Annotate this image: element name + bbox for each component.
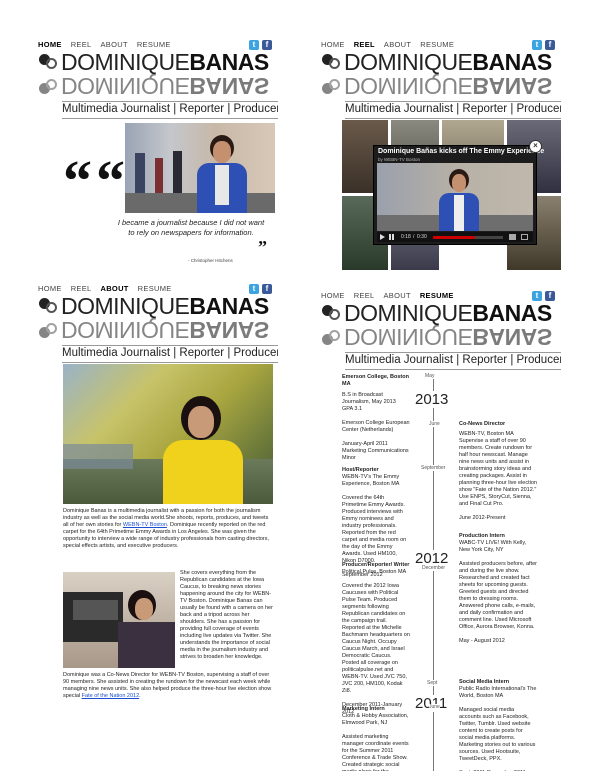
site-tagline: Multimedia Journalist | Reporter | Produ… — [345, 354, 561, 366]
logo-last-name: BANAS — [189, 48, 269, 75]
timeline-month: May — [425, 373, 435, 379]
logo-divider — [62, 101, 278, 102]
resume-entry-body: Public Radio International's The World, … — [459, 686, 537, 771]
resume-panel: HOME REEL ABOUT RESUME t f DOMINIQUE BANAS D… — [321, 291, 561, 771]
resume-entry: Marketing Intern Cloth & Hobby Associati… — [342, 706, 410, 771]
resume-entry-title: Emerson College, Boston MA — [342, 374, 409, 387]
about-paragraph-2: She covers everything from the Republica… — [180, 570, 273, 660]
video-frame — [377, 163, 533, 231]
about-panel: HOME REEL ABOUT RESUME t f DOMINIQUE BANAS D… — [38, 284, 278, 764]
nav-home[interactable]: HOME — [38, 284, 62, 293]
about-paragraph-3: Dominique was a Co-News Director for WEB… — [63, 672, 272, 699]
resume-entry-title: Host/Reporter — [342, 467, 379, 473]
play-icon[interactable] — [380, 234, 385, 240]
logo-first-name: DOMINIQUE — [61, 292, 190, 319]
resume-entry: Production Intern WABC-TV LIVE! With Kel… — [459, 533, 537, 645]
nav-home[interactable]: HOME — [321, 40, 345, 49]
webn-tv-link[interactable]: WEBN-TV Boston — [123, 522, 167, 528]
logo-mark-icon — [38, 296, 58, 316]
home-panel: HOME REEL ABOUT RESUME t f DOMINIQUE BANAS D… — [38, 40, 278, 270]
logo-first-name: DOMINIQUE — [344, 48, 473, 75]
logo-mark-icon — [321, 303, 341, 323]
resume-entry: Producer/Reporter/ Writer Political Puls… — [342, 562, 410, 716]
about-paragraph-1: Dominique Banas is a multimedia journali… — [63, 508, 273, 550]
timeline-month: September — [421, 465, 446, 471]
site-logo[interactable]: DOMINIQUE BANAS DOMINIQUE BANAS — [38, 48, 278, 102]
logo-reflection: DOMINIQUE BANAS — [321, 74, 561, 100]
logo-first-name: DOMINIQUE — [61, 48, 190, 75]
timeline-month: December — [422, 565, 446, 571]
resume-entry: Co-News Director WEBN-TV, Boston MA Supe… — [459, 421, 537, 522]
portrait-photo — [63, 364, 273, 504]
site-logo[interactable]: DOMINIQUE BANAS DOMINIQUE BANAS — [321, 48, 561, 102]
video-time-total: 0:30 — [417, 234, 427, 240]
tagline-divider — [62, 118, 278, 119]
site-logo[interactable]: DOMINIQUE BANAS DOMINIQUE BANAS — [38, 292, 278, 346]
site-tagline: Multimedia Journalist | Reporter | Produ… — [62, 347, 278, 359]
resume-entry-body: B.S in Broadcast Journalism, May 2013 GP… — [342, 392, 410, 461]
resume-entry-body: Political Pulse, Boston MA Covered the 2… — [342, 569, 410, 715]
timeline-year: 2013 — [413, 391, 451, 408]
close-icon[interactable]: × — [529, 140, 542, 153]
site-tagline: Multimedia Journalist | Reporter | Produ… — [62, 103, 278, 115]
timeline-month: June — [429, 704, 440, 710]
resume-entry-title: Producer/Reporter/ Writer — [342, 562, 410, 568]
resume-entry: Emerson College, Boston MA B.S in Broadc… — [342, 374, 410, 462]
resume-entry-body: Cloth & Hobby Association, Elmwood Park,… — [342, 713, 409, 771]
logo-mark-icon — [38, 52, 58, 72]
video-title: Dominique Bañas kicks off The Emmy Exper… — [378, 148, 545, 155]
timeline-month: June — [429, 421, 440, 427]
home-quote: I became a journalist because I did not … — [117, 218, 265, 237]
field-reporting-photo — [63, 572, 175, 668]
logo-mark-icon — [321, 52, 341, 72]
nav-home[interactable]: HOME — [321, 291, 345, 300]
logo-last-name: BANAS — [189, 292, 269, 319]
logo-first-name: DOMINIQUE — [344, 299, 473, 326]
video-subtitle: by WEBN-TV Boston — [378, 157, 421, 162]
logo-last-name: BANAS — [472, 48, 552, 75]
logo-reflection: DOMINIQUE BANAS — [38, 318, 278, 344]
timeline-month: Sept — [427, 680, 438, 686]
hero-photo — [125, 123, 275, 213]
logo-divider — [345, 101, 561, 102]
video-player-popup[interactable]: Dominique Bañas kicks off The Emmy Exper… — [373, 145, 544, 245]
tagline-divider — [345, 118, 561, 119]
site-tagline: Multimedia Journalist | Reporter | Produ… — [345, 103, 561, 115]
volume-icon[interactable] — [509, 234, 516, 240]
nav-home[interactable]: HOME — [38, 40, 62, 49]
resume-entry-body: WEBN-TV, Boston MA Supervise a staff of … — [459, 431, 537, 521]
fullscreen-icon[interactable] — [521, 234, 528, 240]
resume-entry-body: WABC-TV LIVE! With Kelly, New York City,… — [459, 540, 537, 644]
logo-divider — [62, 345, 278, 346]
resume-entry: Social Media Intern Public Radio Interna… — [459, 679, 537, 771]
logo-reflection: DOMINIQUE BANAS — [38, 74, 278, 100]
tagline-divider — [62, 362, 278, 363]
video-controls: 0:18 / 0:30 — [377, 232, 533, 242]
resume-entry-title: Co-News Director — [459, 421, 506, 427]
fate-of-the-nation-link[interactable]: Fate of the Nation 2012 — [82, 693, 139, 699]
open-quote-icon-2: “ — [96, 148, 125, 213]
resume-entry-title: Production Intern — [459, 533, 505, 539]
video-progress-bar[interactable] — [433, 236, 503, 239]
site-logo[interactable]: DOMINIQUE BANAS DOMINIQUE BANAS — [321, 299, 561, 353]
logo-reflection: DOMINIQUE BANAS — [321, 325, 561, 351]
logo-last-name: BANAS — [472, 299, 552, 326]
reel-panel: HOME REEL ABOUT RESUME t f DOMINIQUE BANAS D… — [321, 40, 561, 270]
logo-divider — [345, 352, 561, 353]
open-quote-icon: “ — [63, 148, 92, 213]
pause-icon[interactable] — [389, 234, 394, 240]
quote-author: - Christopher Hitchens — [188, 258, 233, 263]
close-quote-icon: ” — [258, 237, 267, 257]
resume-entry-title: Marketing Intern — [342, 706, 385, 712]
resume-entry-title: Social Media Intern — [459, 679, 510, 685]
video-time-current: 0:18 — [401, 234, 411, 240]
tagline-divider — [345, 369, 561, 370]
